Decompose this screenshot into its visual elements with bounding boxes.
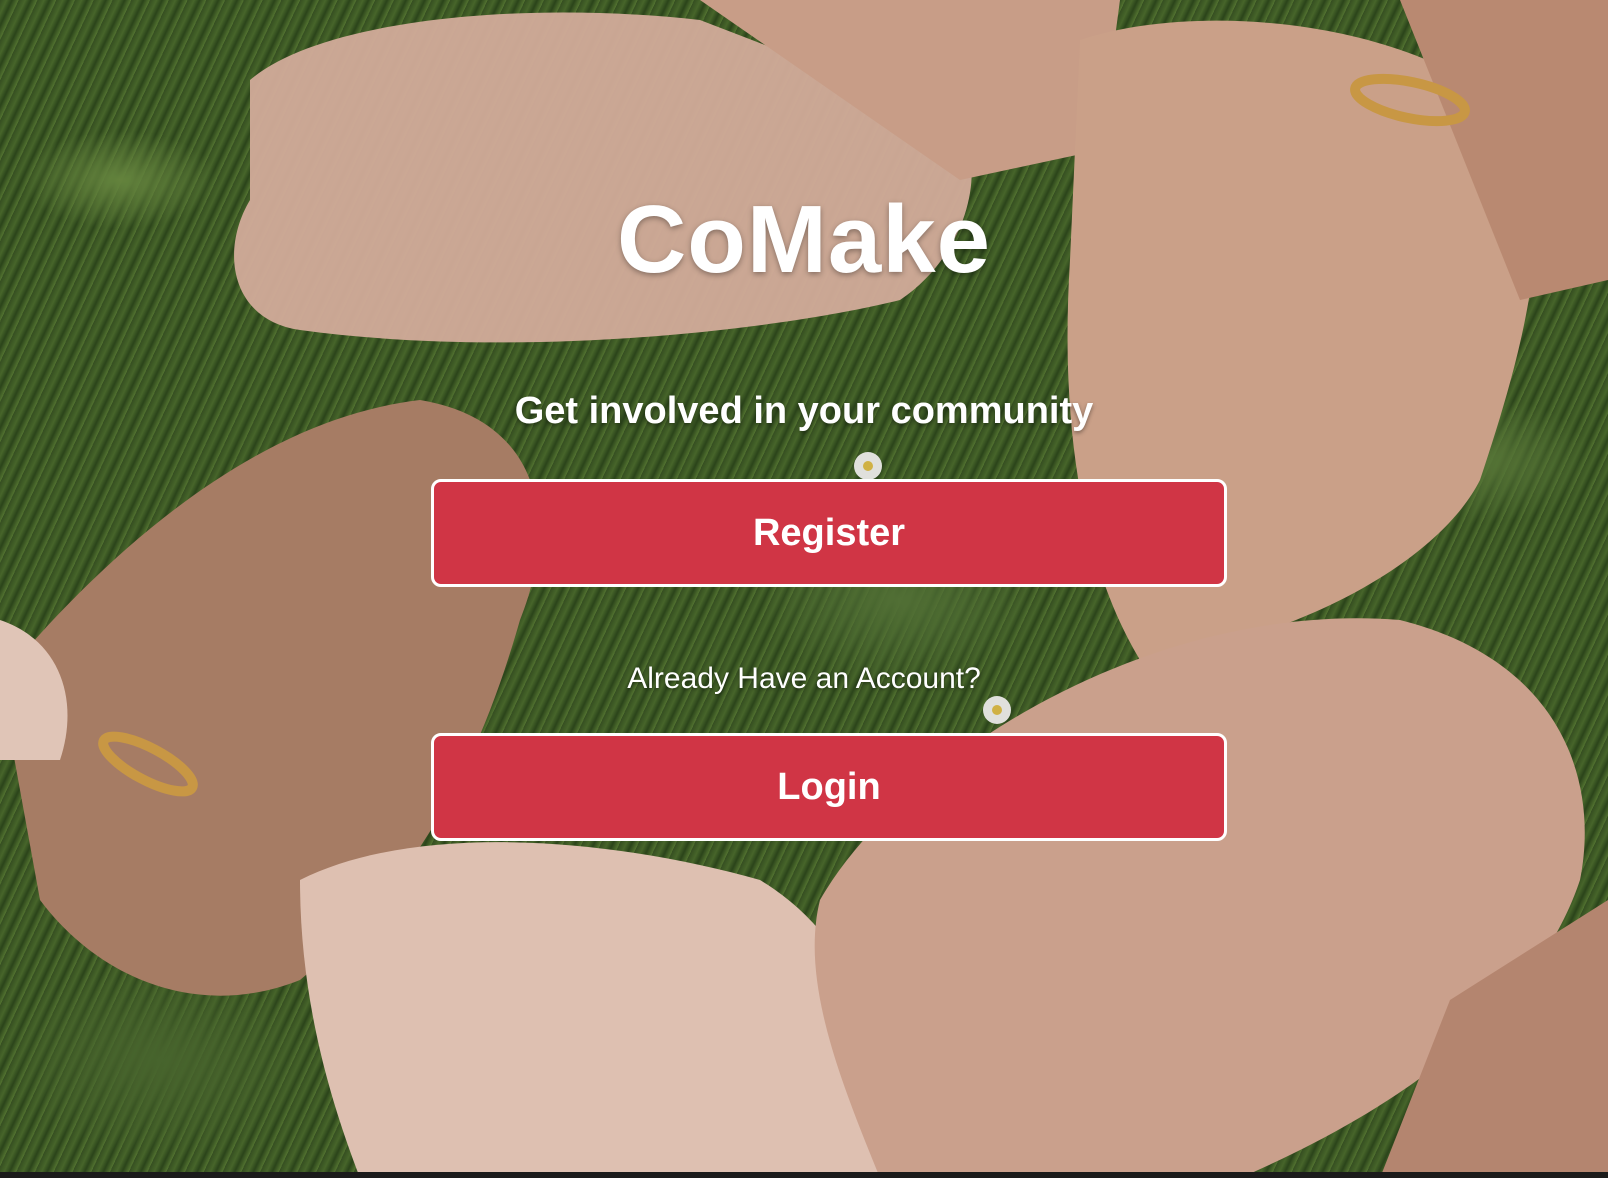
app-title: CoMake bbox=[616, 186, 992, 293]
login-button[interactable]: Login bbox=[431, 733, 1227, 841]
bottom-edge-bar bbox=[0, 1172, 1608, 1178]
landing-page: CoMake Get involved in your community Re… bbox=[0, 0, 1608, 1178]
hands-circle-illustration bbox=[0, 0, 1608, 1178]
background-photo bbox=[0, 0, 1608, 1178]
already-have-account-text: Already Have an Account? bbox=[627, 662, 981, 695]
tagline: Get involved in your community bbox=[514, 390, 1094, 432]
register-button[interactable]: Register bbox=[431, 479, 1227, 587]
